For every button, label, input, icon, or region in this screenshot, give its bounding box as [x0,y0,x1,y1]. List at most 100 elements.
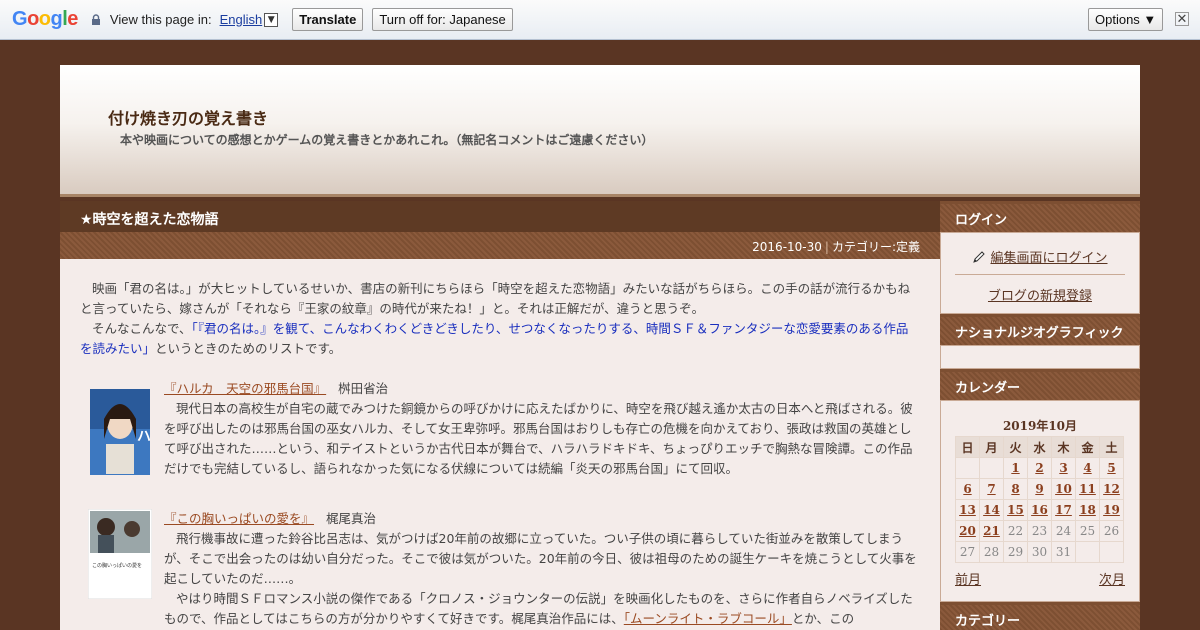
natgeo-heading: ナショナルジオグラフィック [940,314,1140,345]
register-link[interactable]: ブログの新規登録 [941,285,1139,304]
login-row[interactable]: 編集画面にログイン [941,247,1139,266]
calendar-day[interactable]: 13 [955,499,980,521]
calendar-day[interactable]: 3 [1051,457,1076,479]
calendar-day[interactable]: 19 [1099,499,1124,521]
calendar-day-link[interactable]: 17 [1055,503,1072,517]
login-link[interactable]: 編集画面にログイン [990,251,1107,266]
calendar-day[interactable]: 11 [1075,478,1100,500]
calendar-day: 26 [1099,520,1124,542]
calendar-day-link[interactable]: 20 [959,524,976,538]
calendar-day[interactable]: 17 [1051,499,1076,521]
calendar-weekday: 月 [979,436,1004,458]
calendar-day-link[interactable]: 12 [1103,482,1120,496]
calendar-day[interactable]: 12 [1099,478,1124,500]
next-month-link[interactable]: 次月 [1099,569,1125,588]
book-description-2: やはり時間ＳＦロマンス小説の傑作である「クロノス・ジョウンターの伝説」を映画化し… [164,589,920,629]
calendar-day-link[interactable]: 13 [959,503,976,517]
divider [955,274,1125,275]
calendar-weekday: 水 [1027,436,1052,458]
calendar-day: 24 [1051,520,1076,542]
book-cover-title: ハルカ [137,429,150,445]
calendar-day-link[interactable]: 19 [1103,503,1120,517]
calendar-day: 30 [1027,541,1052,563]
calendar-day[interactable]: 4 [1075,457,1100,479]
book-author: 桝田省治 [338,381,389,396]
book-cover-image[interactable]: ハルカ [90,389,150,475]
options-button[interactable]: Options ▼ [1088,8,1164,31]
calendar-day-link[interactable]: 9 [1035,482,1043,496]
calendar-day-link[interactable]: 1 [1011,461,1019,475]
moonlight-link[interactable]: 「ムーンライト・ラブコール」 [624,611,792,626]
calendar-nav: 前月 次月 [955,569,1125,588]
view-page-label: View this page in: [109,12,212,27]
calendar-day[interactable]: 7 [979,478,1004,500]
calendar-title: 2019年10月 [1002,419,1078,433]
calendar-day[interactable]: 9 [1027,478,1052,500]
language-label[interactable]: English [220,12,263,27]
calendar-week: 13 14 15 16 17 18 19 [955,499,1124,521]
calendar-day-link[interactable]: 10 [1055,482,1072,496]
calendar-day[interactable]: 5 [1099,457,1124,479]
book-title-link[interactable]: 『この胸いっぱいの愛を』 [164,511,314,526]
intro-paragraph-2: そんなこんなで、「『君の名は。』を観て、こんなわくわくどきどきしたり、せつなくな… [80,319,920,359]
calendar-day-link[interactable]: 15 [1007,503,1024,517]
calendar-weekday: 土 [1099,436,1124,458]
post-category[interactable]: カテゴリー:定義 [832,240,920,254]
intro-paragraph: 映画「君の名は。」が大ヒットしているせいか、書店の新刊にちらほら「時空を超えた恋… [80,281,911,316]
main-column: ★時空を超えた恋物語 2016-10-30 | カテゴリー:定義 映画「君の名は。」… [60,201,940,630]
calendar-day-link[interactable]: 21 [983,524,1000,538]
calendar-day[interactable]: 15 [1003,499,1028,521]
calendar-box: 2019年10月 日月火水木金土 1 2 3 4 5 6 7 8 9 10 11 12 13 14 15 16… [941,401,1139,601]
calendar-day[interactable]: 14 [979,499,1004,521]
close-icon[interactable]: ✕ [1175,12,1189,26]
calendar-day[interactable]: 6 [955,478,980,500]
book-cover-image[interactable]: この胸いっぱいの愛を [88,509,152,599]
calendar-day: 25 [1075,520,1100,542]
blog-title[interactable]: 付け焼き刃の覚え書き [108,105,268,129]
calendar-day [979,457,1004,479]
turn-off-button[interactable]: Turn off for: Japanese [372,8,513,31]
calendar-day-link[interactable]: 5 [1107,461,1115,475]
calendar-heading: カレンダー [940,369,1140,400]
calendar-weekday: 火 [1003,436,1028,458]
calendar-day-link[interactable]: 16 [1031,503,1048,517]
calendar-day-link[interactable]: 4 [1083,461,1091,475]
calendar-day-link[interactable]: 3 [1059,461,1067,475]
calendar-day[interactable]: 10 [1051,478,1076,500]
intro2-suffix: というときのためのリストです。 [155,341,342,356]
calendar-day[interactable]: 18 [1075,499,1100,521]
calendar-day [1075,541,1100,563]
language-select[interactable]: English [220,12,263,27]
dropdown-arrow-icon[interactable]: ▼ [264,12,279,27]
calendar-day-link[interactable]: 7 [987,482,995,496]
calendar-day-link[interactable]: 11 [1079,482,1096,496]
calendar-day: 22 [1003,520,1028,542]
calendar-day[interactable]: 8 [1003,478,1028,500]
translate-button[interactable]: Translate [292,8,364,31]
blog-header: 付け焼き刃の覚え書き 本や映画についての感想とかゲームの覚え書きとかあれこれ。（… [60,65,1140,197]
calendar-day-link[interactable]: 2 [1035,461,1043,475]
calendar-day-link[interactable]: 18 [1079,503,1096,517]
calendar-day[interactable]: 1 [1003,457,1028,479]
calendar-day[interactable]: 21 [979,520,1004,542]
lock-icon [91,13,100,25]
post-title[interactable]: ★時空を超えた恋物語 [60,201,940,232]
calendar-day[interactable]: 2 [1027,457,1052,479]
calendar-week: 27 28 29 30 31 [955,541,1124,563]
calendar-day-link[interactable]: 6 [963,482,971,496]
calendar-day: 23 [1027,520,1052,542]
book-author: 梶尾真治 [326,511,377,526]
calendar-day-link[interactable]: 14 [983,503,1000,517]
book-description: 飛行機事故に遭った鈴谷比呂志は、気がつけば20年前の故郷に立っていた。つい子供の… [164,531,917,586]
prev-month-link[interactable]: 前月 [955,569,981,588]
book-title-link[interactable]: 『ハルカ 天空の邪馬台国』 [164,381,326,396]
meta-separator: | [824,240,829,254]
google-logo: Google [12,8,78,31]
calendar-day-link[interactable]: 8 [1011,482,1019,496]
sidebar: ログイン 編集画面にログイン ブログの新規登録 ナショナルジオグラフィック カレ… [940,201,1140,630]
calendar-day[interactable]: 20 [955,520,980,542]
calendar-weekday: 金 [1075,436,1100,458]
logo-letter: o [27,8,39,30]
calendar-week: 6 7 8 9 10 11 12 [955,478,1124,500]
calendar-day[interactable]: 16 [1027,499,1052,521]
